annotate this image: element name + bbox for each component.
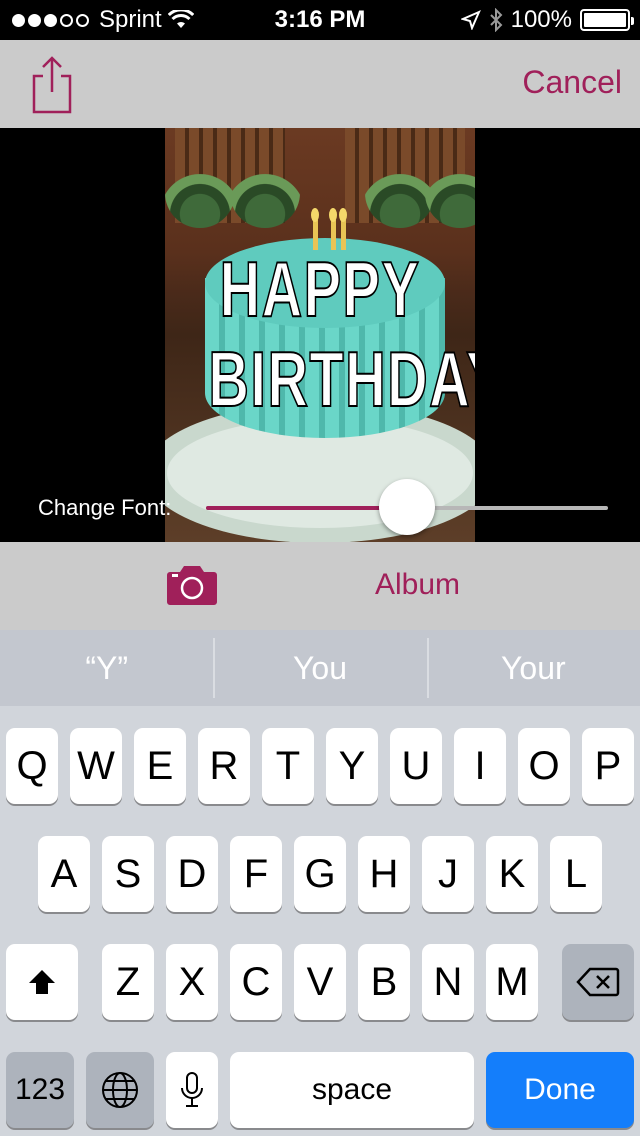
backspace-icon (576, 967, 620, 997)
change-font-label: Change Font: (38, 495, 172, 520)
key-s[interactable]: S (102, 836, 154, 912)
numbers-key[interactable]: 123 (6, 1052, 74, 1128)
key-x[interactable]: X (166, 944, 218, 1020)
key-u[interactable]: U (390, 728, 442, 804)
font-slider-thumb[interactable] (379, 479, 435, 535)
key-a[interactable]: A (38, 836, 90, 912)
key-h[interactable]: H (358, 836, 410, 912)
key-o[interactable]: O (518, 728, 570, 804)
shift-key[interactable] (6, 944, 78, 1020)
key-c[interactable]: C (230, 944, 282, 1020)
suggestion-2[interactable]: You (213, 630, 426, 706)
key-i[interactable]: I (454, 728, 506, 804)
key-r[interactable]: R (198, 728, 250, 804)
font-slider-fill (206, 506, 407, 510)
key-w[interactable]: W (70, 728, 122, 804)
bottom-toolbar: Album (0, 542, 640, 630)
key-g[interactable]: G (294, 836, 346, 912)
meme-bottom-text[interactable]: BIRTHDAY (208, 339, 475, 419)
globe-key[interactable] (86, 1052, 154, 1128)
battery-icon (580, 9, 634, 31)
dictation-key[interactable] (166, 1052, 218, 1128)
key-p[interactable]: P (582, 728, 634, 804)
status-bar: Sprint 3:16 PM 100% (0, 0, 640, 40)
key-q[interactable]: Q (6, 728, 58, 804)
key-y[interactable]: Y (326, 728, 378, 804)
suggestion-3[interactable]: Your (426, 630, 640, 706)
key-f[interactable]: F (230, 836, 282, 912)
key-l[interactable]: L (550, 836, 602, 912)
key-j[interactable]: J (422, 836, 474, 912)
quicktype-bar: “Y” You Your (0, 630, 640, 706)
key-n[interactable]: N (422, 944, 474, 1020)
key-z[interactable]: Z (102, 944, 154, 1020)
key-k[interactable]: K (486, 836, 538, 912)
shift-icon (29, 970, 55, 994)
key-d[interactable]: D (166, 836, 218, 912)
camera-button[interactable] (166, 562, 218, 606)
key-b[interactable]: B (358, 944, 410, 1020)
album-button[interactable]: Album (375, 568, 460, 602)
microphone-icon (181, 1072, 203, 1107)
globe-icon (102, 1072, 138, 1108)
location-icon (460, 10, 481, 30)
key-t[interactable]: T (262, 728, 314, 804)
delete-key[interactable] (562, 944, 634, 1020)
done-key[interactable]: Done (486, 1052, 634, 1128)
share-icon (32, 56, 72, 114)
keyboard: “Y” You Your Q W E R T Y U I O P A S D F… (0, 630, 640, 1136)
cake-photo: HAPPY BIRTHDAY (165, 128, 475, 542)
share-button[interactable] (26, 54, 76, 114)
meme-preview: HAPPY BIRTHDAY Change Font: (0, 128, 640, 542)
navigation-bar: Cancel (0, 40, 640, 128)
key-v[interactable]: V (294, 944, 346, 1020)
camera-icon (167, 566, 217, 605)
bluetooth-icon (489, 8, 503, 32)
suggestion-1[interactable]: “Y” (0, 630, 213, 706)
meme-top-text[interactable]: HAPPY (208, 249, 431, 329)
space-key[interactable]: space (230, 1052, 474, 1128)
battery-percent: 100% (510, 6, 572, 33)
key-m[interactable]: M (486, 944, 538, 1020)
cancel-button[interactable]: Cancel (522, 64, 622, 101)
key-e[interactable]: E (134, 728, 186, 804)
